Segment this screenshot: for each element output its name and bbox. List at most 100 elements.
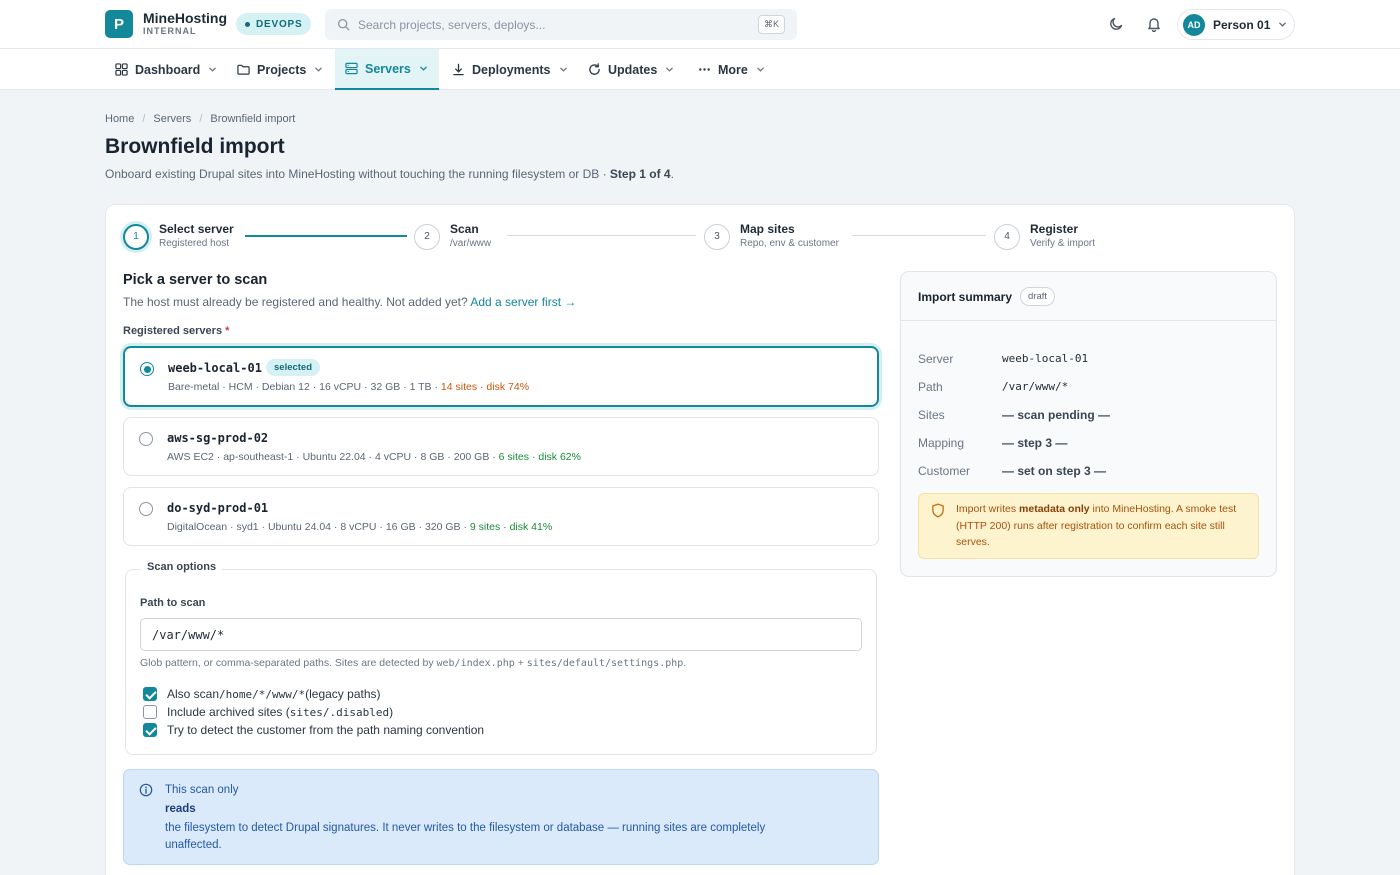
help-text: . [683, 657, 687, 669]
page-title: Brownfield import [105, 135, 285, 158]
warning-emphasis: metadata only [1019, 503, 1090, 515]
section-subtitle: The host must already be registered and … [123, 295, 576, 309]
search-icon [337, 18, 350, 31]
checkbox-archived-sites[interactable]: Include archived sites (sites/.disabled) [143, 705, 393, 719]
nav-updates[interactable]: Updates [578, 49, 684, 90]
page-step-text: Step 1 of 4 [609, 167, 671, 181]
step-scan[interactable]: 2 Scan /var/www [414, 222, 491, 251]
server-radio[interactable] [139, 432, 153, 446]
checkbox-label: Include archived sites ( [167, 705, 290, 719]
help-code: web/index.php [436, 658, 515, 669]
app-logo[interactable]: P [105, 10, 133, 38]
step-connector-done [245, 235, 407, 237]
checkbox-label: ) [389, 705, 394, 719]
info-text: unaffected. [165, 839, 222, 851]
draft-badge: draft [1020, 287, 1056, 306]
server-sites: 6 sites [498, 451, 530, 463]
summary-value: — scan pending — [1002, 408, 1111, 422]
step-select-server[interactable]: 1 Select server Registered host [123, 222, 234, 251]
theme-toggle-button[interactable] [1104, 12, 1128, 36]
step-title: Register [1030, 222, 1079, 236]
warning-text: Import writes metadata only into MineHos… [956, 501, 1253, 551]
chevron-down-icon [559, 67, 567, 72]
user-menu[interactable]: AD Person 01 [1177, 9, 1295, 40]
moon-icon [1110, 17, 1123, 30]
env-badge: DEVOPS [236, 13, 312, 35]
add-server-link[interactable]: Add a server first → [470, 295, 576, 309]
server-disk: disk 74% [486, 381, 530, 393]
chevron-down-icon [315, 67, 323, 72]
step-title: Map sites [740, 222, 795, 236]
help-text: + [514, 657, 527, 669]
server-option-weeb-local-01[interactable]: weeb-local-01 selected Bare-metal · HCM … [123, 346, 879, 407]
nav-servers-label: Servers [365, 61, 411, 76]
server-meta: AWS EC2 · ap-southeast-1 · Ubuntu 22.04 … [167, 451, 581, 463]
nav-servers[interactable]: Servers [335, 49, 439, 90]
nav-projects[interactable]: Projects [227, 49, 333, 90]
info-text: the filesystem to detect Drupal signatur… [165, 822, 766, 834]
server-radio[interactable] [139, 502, 153, 516]
nav-deployments-label: Deployments [472, 62, 551, 77]
step-number: 3 [704, 223, 730, 250]
search-input[interactable] [358, 17, 738, 32]
server-option-aws-sg-prod-02[interactable]: aws-sg-prod-02 AWS EC2 · ap-southeast-1 … [123, 417, 879, 476]
chevron-down-icon [420, 66, 427, 71]
shield-icon [932, 503, 944, 518]
env-badge-label: DEVOPS [256, 18, 303, 30]
brand[interactable]: MineHosting INTERNAL [143, 11, 227, 37]
step-connector [852, 235, 986, 236]
path-help: Glob pattern, or comma-separated paths. … [140, 657, 686, 669]
help-text: Glob pattern, or comma-separated paths. … [140, 657, 437, 669]
folder-icon [237, 64, 250, 75]
nav-dashboard-label: Dashboard [135, 62, 201, 77]
summary-key: Mapping [918, 436, 965, 450]
help-code: sites/default/settings.php [526, 658, 684, 669]
breadcrumb-home[interactable]: Home [105, 113, 134, 125]
step-desc: Registered host [159, 238, 230, 249]
summary-key: Server [918, 352, 954, 366]
breadcrumb-current: Brownfield import [210, 113, 296, 125]
nav-deployments[interactable]: Deployments [442, 49, 578, 90]
summary-key: Sites [918, 408, 945, 422]
main-nav: Dashboard Projects Servers Deployments U… [0, 49, 1400, 90]
warning-text-part: Import writes [956, 503, 1020, 515]
search-box[interactable]: ⌘K [325, 9, 797, 40]
checkbox[interactable] [143, 705, 157, 719]
notifications-button[interactable] [1142, 12, 1166, 36]
summary-value: /var/www/* [1002, 380, 1069, 393]
brand-sub: INTERNAL [143, 26, 197, 36]
server-option-do-syd-prod-01[interactable]: do-syd-prod-01 DigitalOcean · syd1 · Ubu… [123, 487, 879, 546]
breadcrumb-servers[interactable]: Servers [153, 113, 191, 125]
checkbox-label: (legacy paths) [305, 687, 381, 701]
chevron-down-icon [1279, 22, 1287, 27]
step-map-sites[interactable]: 3 Map sites Repo, env & customer [704, 222, 839, 251]
server-meta-text: DigitalOcean · syd1 · Ubuntu 24.04 · 8 v… [167, 521, 470, 533]
read-only-info-note: This scan only reads the filesystem to d… [123, 769, 879, 865]
grid-icon [115, 63, 128, 76]
step-number: 2 [414, 223, 440, 250]
required-mark: * [225, 325, 230, 337]
checkbox[interactable] [143, 723, 157, 737]
step-title: Scan [450, 222, 479, 236]
step-desc: Repo, env & customer [740, 238, 839, 249]
step-number: 4 [994, 223, 1020, 250]
nav-more[interactable]: More [688, 49, 775, 90]
server-meta-text: AWS EC2 · ap-southeast-1 · Ubuntu 22.04 … [167, 451, 499, 463]
env-dot-icon [245, 21, 250, 27]
user-name: Person 01 [1213, 17, 1271, 32]
chevron-down-icon [757, 67, 764, 72]
registered-servers-label-text: Registered servers [123, 325, 223, 337]
checkbox-legacy-paths[interactable]: Also scan /home/*/www/* (legacy paths) [143, 687, 381, 701]
step-register[interactable]: 4 Register Verify & import [994, 222, 1095, 251]
summary-header: Import summary draft [901, 272, 1276, 321]
server-meta: DigitalOcean · syd1 · Ubuntu 24.04 · 8 v… [167, 521, 553, 533]
avatar: AD [1183, 13, 1205, 36]
breadcrumb: Home / Servers / Brownfield import [105, 113, 295, 125]
top-bar: P MineHosting INTERNAL DEVOPS ⌘K AD Pers… [0, 0, 1400, 49]
path-input[interactable] [140, 618, 862, 651]
nav-dashboard[interactable]: Dashboard [105, 49, 227, 90]
checkbox-detect-customer[interactable]: Try to detect the customer from the path… [143, 723, 484, 737]
step-number: 1 [123, 223, 149, 250]
checkbox[interactable] [143, 687, 157, 701]
server-radio[interactable] [140, 362, 154, 376]
